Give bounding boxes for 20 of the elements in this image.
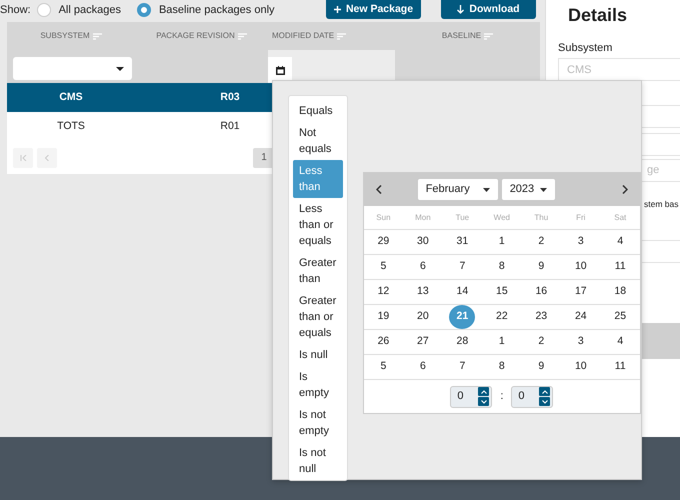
field-label: stem bas [644, 198, 678, 208]
weekday-label: Mon [415, 212, 431, 224]
table-cell-text: CMS [58, 90, 84, 105]
spinner-value: 0 [518, 389, 524, 404]
weekday-label: Thu [534, 212, 548, 224]
show-label: Show: [0, 2, 31, 18]
weekday-label: Tue [456, 212, 470, 224]
time-separator: : [500, 389, 504, 404]
spinner-value: 0 [457, 389, 464, 404]
table-cell-text: R01 [219, 118, 241, 134]
weekday-label: Sat [614, 212, 626, 224]
weekday-label: Wed [494, 212, 510, 224]
placeholder-text: ge [647, 162, 660, 178]
field-label: Subsystem [558, 42, 612, 54]
placeholder-text: CMS [567, 62, 592, 78]
table-cell-text: TOTS [56, 118, 86, 134]
details-title: Details [568, 4, 628, 26]
weekday-label: Fri [576, 212, 586, 224]
weekday-label: Sun [376, 212, 391, 224]
table-cell-text: R03 [219, 90, 241, 105]
